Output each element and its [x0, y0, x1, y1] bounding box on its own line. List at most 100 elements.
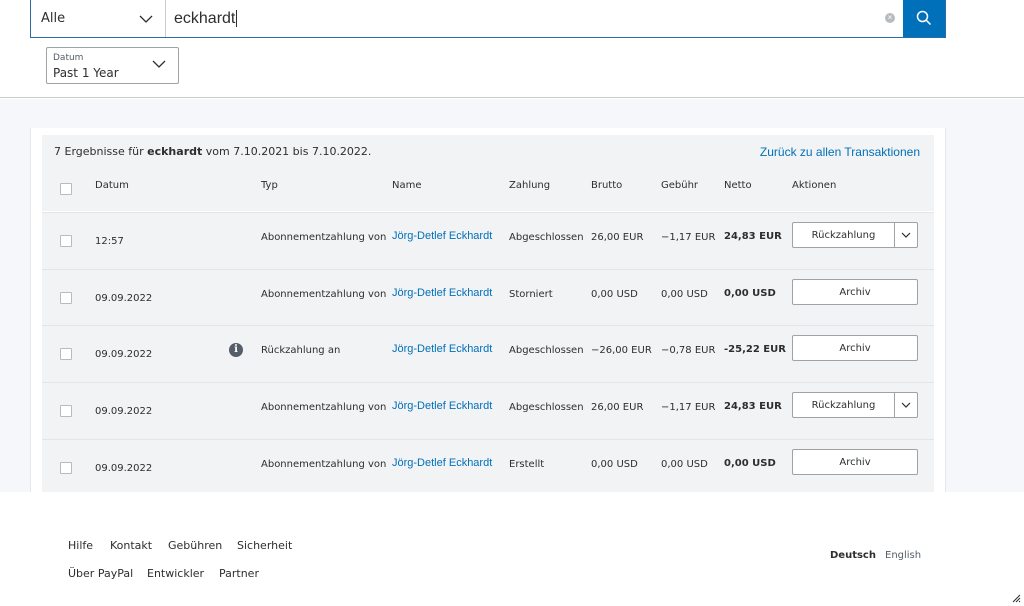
cell-gross: 26,00 EUR: [591, 232, 644, 243]
cell-name-link[interactable]: Jörg-Detlef Eckhardt: [392, 457, 492, 469]
cell-status: Storniert: [509, 289, 553, 300]
archive-button[interactable]: Archiv: [792, 279, 918, 305]
cell-gross: 26,00 EUR: [591, 402, 644, 413]
back-to-all-transactions-link[interactable]: Zurück zu allen Transaktionen: [760, 145, 920, 159]
cell-net: 0,00 USD: [724, 288, 776, 299]
column-header-netto[interactable]: Netto: [724, 180, 752, 191]
text-cursor: [236, 10, 238, 27]
search-icon: [916, 10, 932, 26]
search-query-text: eckhardt: [174, 9, 236, 27]
action-button-label: Archiv: [839, 342, 871, 354]
cell-gross: 0,00 USD: [591, 459, 638, 470]
cell-type: Abonnementzahlung von: [261, 402, 387, 413]
action-button-label: Archiv: [839, 456, 871, 468]
date-filter-value: Past 1 Year: [53, 66, 119, 80]
cell-date: 09.09.2022: [95, 463, 153, 474]
cell-type: Abonnementzahlung von: [261, 459, 387, 470]
chevron-down-icon: [139, 15, 153, 23]
cell-fee: 0,00 USD: [661, 289, 708, 300]
column-header-name[interactable]: Name: [392, 180, 422, 191]
table-row[interactable]: 09.09.2022 Abonnementzahlung von Jörg-Detl…: [42, 269, 934, 326]
results-header: 7 Ergebnisse für eckhardt vom 7.10.2021 …: [42, 135, 934, 211]
cell-net: 24,83 EUR: [724, 401, 782, 412]
cell-fee: −1,17 EUR: [661, 232, 716, 243]
footer-link-entwickler[interactable]: Entwickler: [147, 567, 204, 580]
footer-link-kontakt[interactable]: Kontakt: [110, 539, 152, 552]
column-header-zahlung[interactable]: Zahlung: [509, 180, 550, 191]
footer-link-sicherheit[interactable]: Sicherheit: [237, 539, 292, 552]
cell-net: 0,00 USD: [724, 458, 776, 469]
footer-link-gebuehren[interactable]: Gebühren: [168, 539, 222, 552]
cell-name-link[interactable]: Jörg-Detlef Eckhardt: [392, 287, 492, 299]
action-button-label: Rückzahlung: [811, 229, 876, 241]
cell-status: Abgeschlossen: [509, 345, 584, 356]
row-checkbox[interactable]: [60, 405, 72, 417]
archive-button[interactable]: Archiv: [792, 335, 918, 361]
cell-fee: −1,17 EUR: [661, 402, 716, 413]
action-button[interactable]: Rückzahlung: [792, 392, 918, 418]
table-row[interactable]: 09.09.2022 Abonnementzahlung von Jörg-Detl…: [42, 382, 934, 439]
action-button-label: Archiv: [839, 286, 871, 298]
cell-status: Abgeschlossen: [509, 402, 584, 413]
transaction-type-value: Alle: [41, 11, 66, 26]
cell-fee: 0,00 USD: [661, 459, 708, 470]
date-filter-select[interactable]: Datum Past 1 Year: [46, 47, 179, 84]
cell-gross: 0,00 USD: [591, 289, 638, 300]
row-checkbox[interactable]: [60, 348, 72, 360]
cell-net: 24,83 EUR: [724, 231, 782, 242]
table-row[interactable]: 12:57 Abonnementzahlung von Jörg-Detlef Ec…: [42, 212, 934, 269]
results-summary: 7 Ergebnisse für eckhardt vom 7.10.2021 …: [54, 145, 371, 158]
action-button[interactable]: Rückzahlung: [792, 222, 918, 248]
footer: Hilfe Kontakt Gebühren Sicherheit Über P…: [0, 492, 1024, 606]
cell-type: Abonnementzahlung von: [261, 289, 387, 300]
cell-date: 12:57: [95, 236, 124, 247]
column-header-typ[interactable]: Typ: [261, 180, 278, 191]
chevron-down-icon: [901, 402, 911, 408]
row-checkbox[interactable]: [60, 292, 72, 304]
search-button[interactable]: [903, 0, 945, 37]
footer-link-ueber-paypal[interactable]: Über PayPal: [68, 567, 133, 580]
transaction-type-select[interactable]: Alle: [31, 0, 166, 37]
action-button-label: Rückzahlung: [811, 399, 876, 411]
chevron-down-icon: [901, 232, 911, 238]
language-deutsch[interactable]: Deutsch: [830, 550, 876, 561]
cell-fee: −0,78 EUR: [661, 345, 716, 356]
row-checkbox[interactable]: [60, 235, 72, 247]
top-search-bar: Alle eckhardt × Datum Past 1 Year: [0, 0, 1024, 98]
chevron-down-icon: [152, 60, 166, 68]
summary-prefix: 7 Ergebnisse für: [54, 145, 144, 158]
cell-status: Abgeschlossen: [509, 232, 584, 243]
cell-type: Rückzahlung an: [261, 345, 341, 356]
action-menu-toggle[interactable]: [894, 393, 917, 417]
search-input[interactable]: eckhardt ×: [166, 0, 903, 37]
footer-link-partner[interactable]: Partner: [219, 567, 259, 580]
column-header-datum[interactable]: Datum: [95, 180, 129, 191]
select-all-checkbox[interactable]: [60, 183, 72, 195]
archive-button[interactable]: Archiv: [792, 449, 918, 475]
cell-name-link[interactable]: Jörg-Detlef Eckhardt: [392, 230, 492, 242]
cell-name-link[interactable]: Jörg-Detlef Eckhardt: [392, 343, 492, 355]
cell-type: Abonnementzahlung von: [261, 232, 387, 243]
summary-suffix: vom 7.10.2021 bis 7.10.2022.: [205, 145, 372, 158]
cell-date: 09.09.2022: [95, 293, 153, 304]
cell-name-link[interactable]: Jörg-Detlef Eckhardt: [392, 400, 492, 412]
cell-gross: −26,00 EUR: [591, 345, 652, 356]
row-checkbox[interactable]: [60, 462, 72, 474]
table-row[interactable]: 09.09.2022 Abonnementzahlung von Jörg-Detl…: [42, 439, 934, 496]
column-header-aktionen: Aktionen: [792, 180, 837, 191]
summary-query: eckhardt: [147, 145, 203, 158]
clear-search-icon[interactable]: ×: [885, 13, 895, 23]
table-row[interactable]: 09.09.2022 i Rückzahlung an Jörg-Detlef Eck…: [42, 325, 934, 382]
cell-date: 09.09.2022: [95, 406, 153, 417]
search-box: Alle eckhardt ×: [30, 0, 946, 38]
language-english[interactable]: English: [885, 550, 921, 561]
column-header-brutto[interactable]: Brutto: [591, 180, 622, 191]
footer-link-hilfe[interactable]: Hilfe: [68, 539, 93, 552]
resize-grip-icon[interactable]: [1011, 593, 1021, 603]
cell-date: 09.09.2022: [95, 349, 153, 360]
info-icon[interactable]: i: [229, 343, 243, 357]
action-menu-toggle[interactable]: [894, 223, 917, 247]
cell-status: Erstellt: [509, 459, 545, 470]
column-header-gebuehr[interactable]: Gebühr: [661, 180, 698, 191]
cell-net: -25,22 EUR: [724, 344, 786, 355]
